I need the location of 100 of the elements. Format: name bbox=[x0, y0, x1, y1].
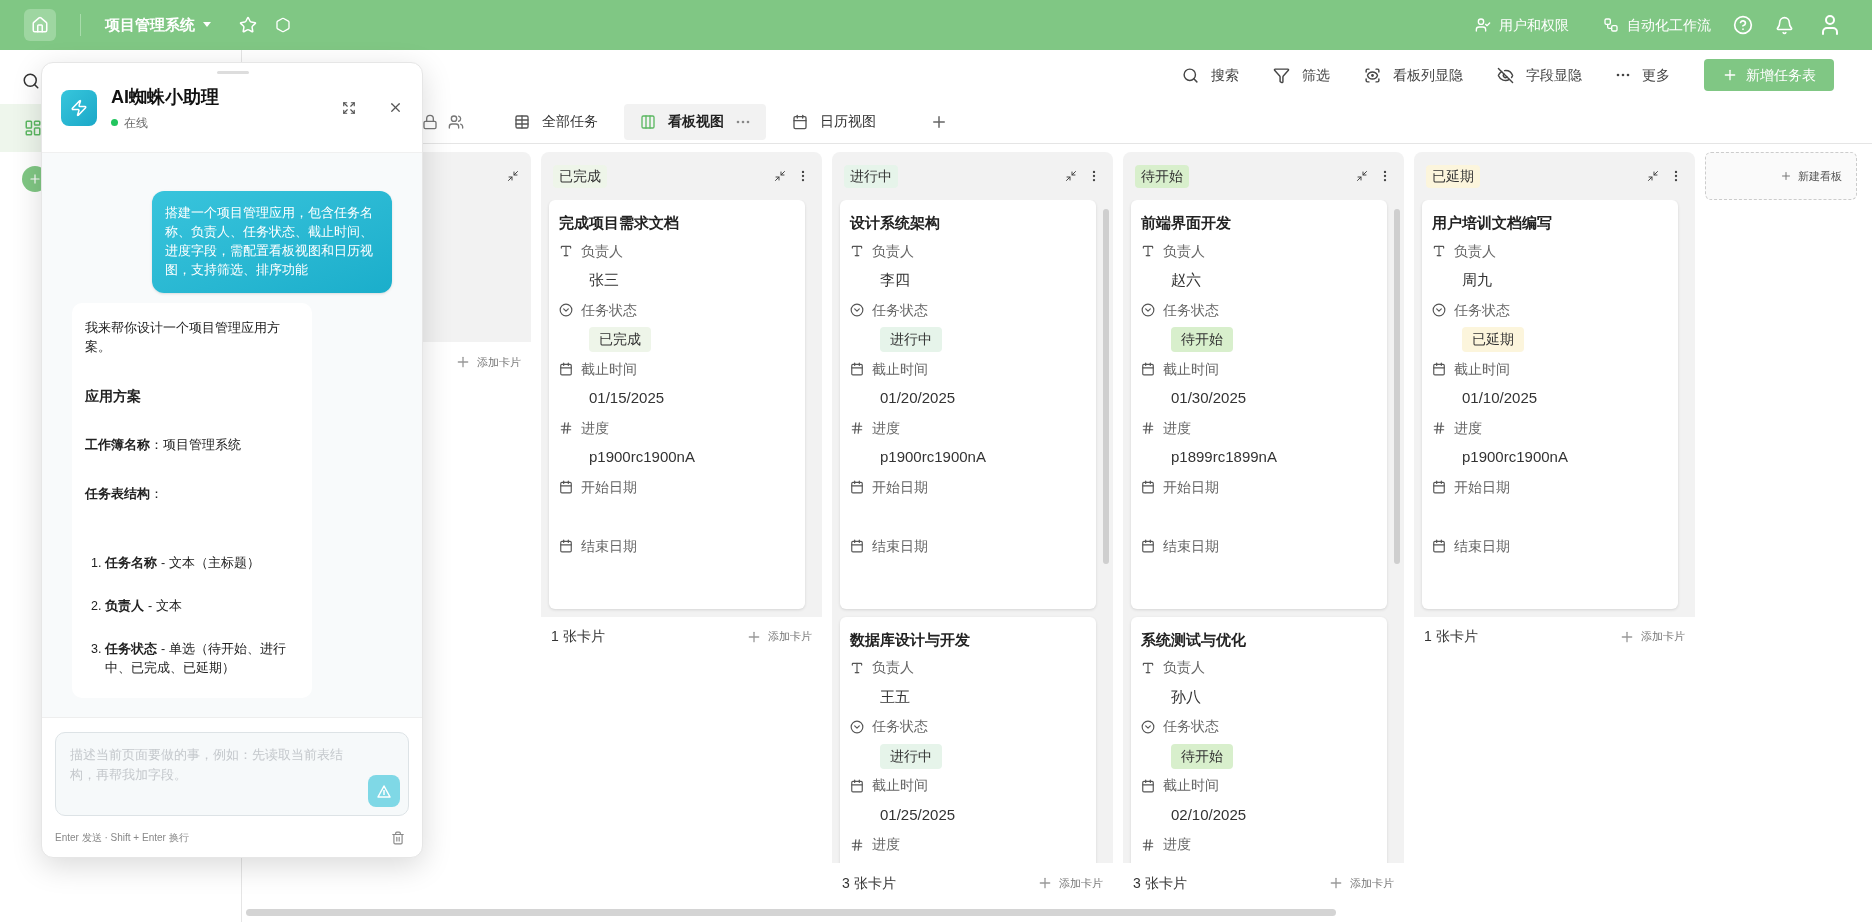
task-card[interactable]: 用户培训文档编写 负责人 周九 任务状态 已延期 截止时间 01/10/2025 进度 p1900rc1900nA 开始日期 结束日期 bbox=[1422, 200, 1678, 609]
assistant-title: AI蜘蛛小助理 bbox=[111, 85, 220, 109]
star-icon[interactable] bbox=[239, 16, 257, 34]
calendar-icon bbox=[792, 113, 808, 130]
search-icon[interactable] bbox=[22, 72, 40, 90]
calendar-icon bbox=[850, 539, 864, 553]
ellipsis-icon bbox=[1616, 73, 1630, 77]
ellipsis-icon bbox=[736, 119, 750, 124]
user-check-icon bbox=[1475, 17, 1491, 33]
field-label: 开始日期 bbox=[1454, 477, 1510, 497]
field-label: 负责人 bbox=[872, 241, 914, 261]
view-tab[interactable]: 看板视图 bbox=[624, 103, 766, 140]
calendar-icon bbox=[850, 778, 864, 793]
add-card-button[interactable]: 添加卡片 bbox=[1619, 628, 1685, 645]
scrollbar[interactable] bbox=[1103, 209, 1109, 564]
plus-icon bbox=[1328, 875, 1344, 891]
list-number: 1. bbox=[91, 555, 102, 572]
expand-icon[interactable] bbox=[342, 100, 356, 115]
field-value: 赵六 bbox=[1171, 270, 1201, 291]
drag-handle[interactable] bbox=[217, 71, 249, 74]
calendar-icon bbox=[1141, 778, 1155, 793]
column-title: 待开始 bbox=[1135, 164, 1189, 188]
field-value: p1900rc1900nA bbox=[880, 447, 986, 468]
field-label: 进度 bbox=[1454, 418, 1482, 438]
view-tab[interactable]: 日历视图 bbox=[776, 103, 892, 140]
field-label: 结束日期 bbox=[1454, 536, 1510, 556]
list-item-text: 负责人 - 文本 bbox=[105, 598, 182, 615]
collapse-icon[interactable] bbox=[1065, 170, 1077, 182]
list-item-text: 任务名称 - 文本（主标题） bbox=[105, 555, 260, 572]
toolbar-button[interactable]: 搜索 bbox=[1182, 64, 1239, 86]
card-title: 用户培训文档编写 bbox=[1432, 213, 1553, 233]
text-type-icon bbox=[559, 244, 573, 258]
field-label: 截止时间 bbox=[1163, 359, 1219, 379]
field-label: 任务状态 bbox=[1163, 300, 1219, 320]
calendar-icon bbox=[559, 362, 573, 376]
users-icon[interactable] bbox=[448, 113, 464, 130]
horizontal-scrollbar[interactable] bbox=[246, 909, 1336, 916]
calendar-icon bbox=[850, 362, 864, 376]
collapse-icon[interactable] bbox=[507, 170, 519, 182]
add-card-button[interactable]: 添加卡片 bbox=[1328, 874, 1394, 892]
task-card[interactable]: 设计系统架构 负责人 李四 任务状态 进行中 截止时间 01/20/2025 进度 p1900rc1900nA 开始日期 结束日期 bbox=[840, 200, 1096, 609]
list-number: 2. bbox=[91, 598, 102, 615]
text-type-icon bbox=[1432, 244, 1446, 258]
card-count: 3 张卡片 bbox=[1133, 873, 1187, 893]
field-value: 01/10/2025 bbox=[1462, 388, 1538, 409]
lock-icon[interactable] bbox=[422, 113, 438, 130]
field-value: 01/20/2025 bbox=[880, 388, 956, 409]
field-label: 负责人 bbox=[581, 241, 623, 261]
task-card[interactable]: 前端界面开发 负责人 赵六 任务状态 待开始 截止时间 01/30/2025 进度 p1899rc1899nA 开始日期 结束日期 bbox=[1131, 200, 1387, 609]
toolbar-button[interactable]: 看板列显隐 bbox=[1364, 64, 1463, 86]
card-count: 1 张卡片 bbox=[551, 627, 605, 646]
online-status: 在线 bbox=[124, 114, 148, 132]
close-icon[interactable] bbox=[388, 100, 403, 115]
message-heading: 应用方案 bbox=[85, 387, 142, 406]
scrollbar[interactable] bbox=[1394, 209, 1400, 564]
field-value: 02/10/2025 bbox=[1171, 804, 1247, 825]
calendar-icon bbox=[1432, 539, 1446, 553]
card-count: 3 张卡片 bbox=[842, 873, 896, 893]
field-value: 01/15/2025 bbox=[589, 388, 665, 409]
field-value: p1899rc1899nA bbox=[1171, 447, 1277, 468]
hash-icon bbox=[850, 837, 864, 852]
workflow-icon bbox=[1603, 17, 1619, 33]
collapse-icon[interactable] bbox=[1647, 170, 1659, 182]
field-label: 负责人 bbox=[1163, 658, 1205, 677]
toolbar-button[interactable]: 筛选 bbox=[1273, 64, 1330, 86]
field-label: 截止时间 bbox=[1163, 776, 1219, 795]
list-number: 3. bbox=[91, 641, 102, 658]
chevron-circle-icon bbox=[559, 303, 573, 317]
view-tab[interactable]: 全部任务 bbox=[498, 103, 614, 140]
hash-icon bbox=[1141, 421, 1155, 435]
add-card-button[interactable]: 添加卡片 bbox=[746, 628, 812, 645]
field-value: 李四 bbox=[880, 270, 910, 291]
table-icon bbox=[514, 113, 530, 130]
eye-frame-icon bbox=[1364, 66, 1381, 84]
home-icon bbox=[31, 16, 49, 34]
field-label: 截止时间 bbox=[872, 359, 928, 379]
new-column-button[interactable]: 新建看板 bbox=[1705, 152, 1857, 200]
task-card[interactable]: 完成项目需求文档 负责人 张三 任务状态 已完成 截止时间 01/15/2025 进度 p1900rc1900nA 开始日期 结束日期 bbox=[549, 200, 805, 609]
add-card-button[interactable]: 添加卡片 bbox=[1037, 874, 1103, 892]
field-label: 进度 bbox=[872, 835, 900, 854]
collapse-icon[interactable] bbox=[1356, 170, 1368, 182]
field-value: 孙八 bbox=[1171, 686, 1201, 707]
toolbar-button[interactable]: 字段显隐 bbox=[1497, 64, 1582, 86]
list-item-text: 任务状态 - 单选（待开始、进行中、已完成、已延期） bbox=[105, 641, 287, 677]
task-card[interactable]: 系统测试与优化 负责人 孙八 任务状态 待开始 截止时间 02/10/2025 进度 bbox=[1131, 616, 1387, 863]
add-card-button[interactable]: 添加卡片 bbox=[455, 353, 521, 371]
plus-icon bbox=[1722, 67, 1738, 83]
toolbar-button[interactable]: 更多 bbox=[1616, 64, 1670, 86]
field-label: 任务状态 bbox=[872, 300, 928, 320]
collapse-icon[interactable] bbox=[774, 170, 786, 182]
field-label: 结束日期 bbox=[581, 536, 637, 556]
field-label: 进度 bbox=[1163, 835, 1191, 854]
field-label: 负责人 bbox=[1163, 241, 1205, 261]
calendar-icon bbox=[1141, 362, 1155, 376]
column-title: 已延期 bbox=[1426, 164, 1480, 188]
plus-icon bbox=[455, 354, 471, 370]
trash-icon[interactable] bbox=[391, 830, 405, 845]
task-card[interactable]: 数据库设计与开发 负责人 王五 任务状态 进行中 截止时间 01/25/2025 进度 bbox=[840, 616, 1096, 863]
field-label: 负责人 bbox=[872, 658, 914, 677]
field-value: p1900rc1900nA bbox=[589, 447, 695, 468]
